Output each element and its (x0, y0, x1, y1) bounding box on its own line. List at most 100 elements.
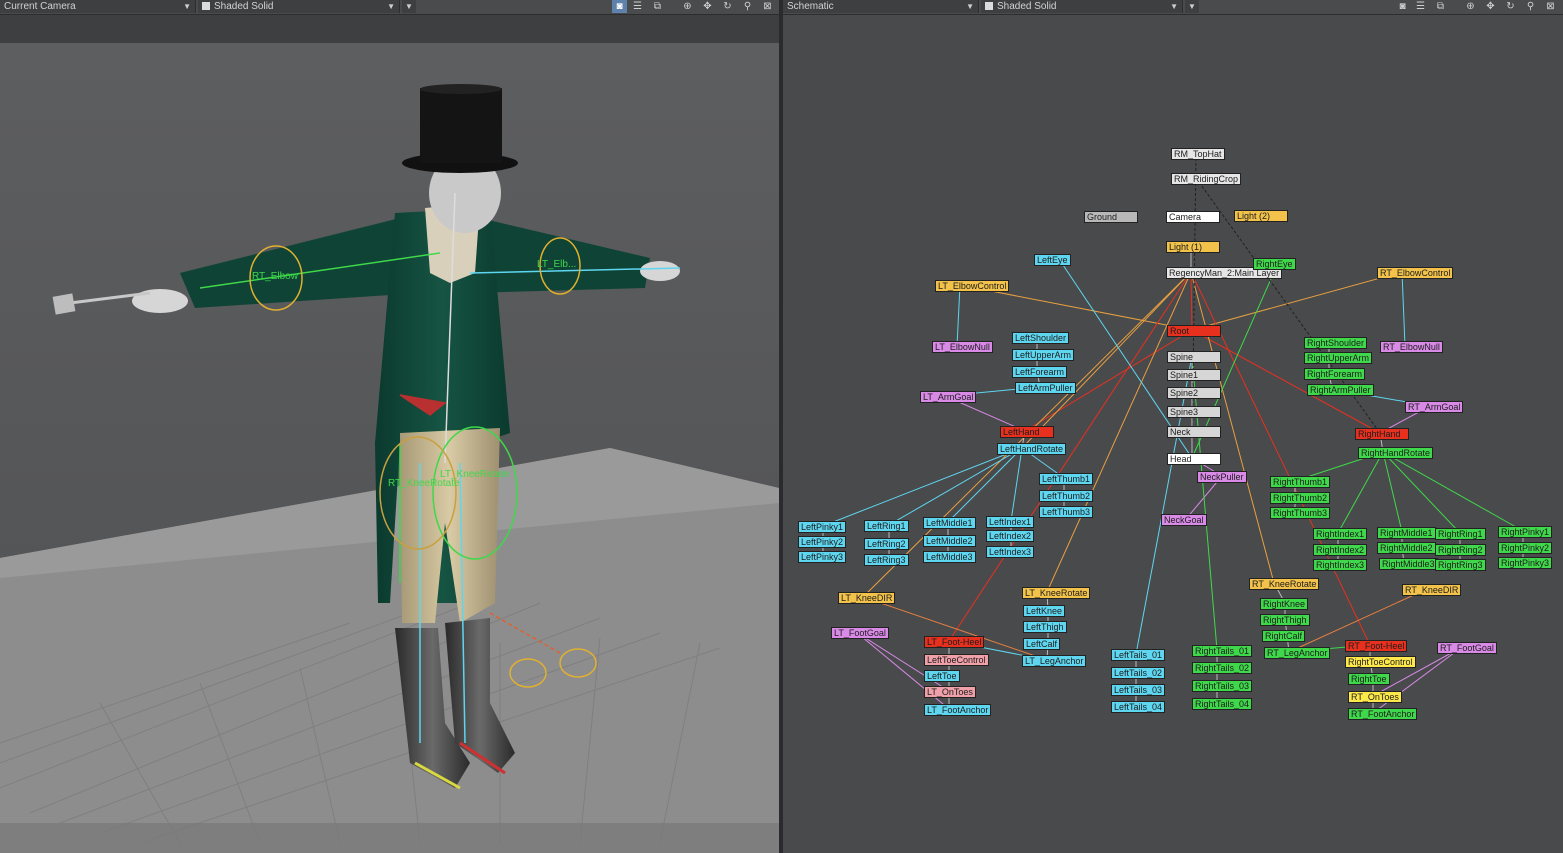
rotate-icon[interactable]: ↻ (720, 0, 735, 13)
schematic-node-rightupperarm[interactable]: RightUpperArm (1304, 352, 1373, 364)
schematic-node-rt-leganchor[interactable]: RT_LegAnchor (1264, 647, 1331, 659)
schematic-node-lt-kneerotate[interactable]: LT_KneeRotate (1022, 587, 1091, 599)
camera-dropdown[interactable]: Current Camera ▼ (0, 0, 196, 13)
schematic-node-lefthand[interactable]: LeftHand (1000, 426, 1054, 438)
schematic-node-leftpinky3[interactable]: LeftPinky3 (798, 551, 847, 563)
schematic-node-lefttoecontrol[interactable]: LeftToeControl (924, 654, 989, 666)
schematic-node-leftthumb2[interactable]: LeftThumb2 (1039, 490, 1094, 502)
schematic-viewport-pane[interactable]: Schematic ▼ Shaded Solid ▼ ▼ ◙ ☰ ⧉ ⊕ ✥ ↻… (783, 0, 1563, 853)
schematic-node-leftforearm[interactable]: LeftForearm (1012, 366, 1068, 378)
view-type-dropdown[interactable]: Schematic ▼ (783, 0, 979, 13)
schematic-node-righttails-03[interactable]: RightTails_03 (1192, 680, 1253, 692)
filter-icon[interactable]: ⧉ (1433, 0, 1448, 13)
schematic-node-lefttails-04[interactable]: LeftTails_04 (1111, 701, 1166, 713)
schematic-node-rightarmpuller[interactable]: RightArmPuller (1307, 384, 1374, 396)
schematic-node-rightindex1[interactable]: RightIndex1 (1313, 528, 1368, 540)
schematic-node-lt-leganchor[interactable]: LT_LegAnchor (1022, 655, 1087, 667)
schematic-node-rightring3[interactable]: RightRing3 (1435, 559, 1486, 571)
zoom-icon[interactable]: ⚲ (1523, 0, 1538, 13)
schematic-node-neckpuller[interactable]: NeckPuller (1197, 471, 1247, 483)
schematic-node-leftmiddle3[interactable]: LeftMiddle3 (923, 551, 976, 563)
schematic-node-leftindex3[interactable]: LeftIndex3 (986, 546, 1035, 558)
schematic-node-leftpinky1[interactable]: LeftPinky1 (798, 521, 847, 533)
center-icon[interactable]: ⊕ (680, 0, 695, 13)
schematic-node-rt-foot-heel[interactable]: RT_Foot-Heel (1345, 640, 1408, 652)
schematic-shading-dropdown[interactable]: Shaded Solid ▼ (981, 0, 1183, 13)
schematic-node-leftindex1[interactable]: LeftIndex1 (986, 516, 1035, 528)
schematic-node-rm-tophat[interactable]: RM_TopHat (1171, 148, 1225, 160)
schematic-node-rt-footanchor[interactable]: RT_FootAnchor (1348, 708, 1418, 720)
schematic-node-leftthumb3[interactable]: LeftThumb3 (1039, 506, 1094, 518)
move-icon[interactable]: ✥ (1483, 0, 1498, 13)
schematic-node-ground[interactable]: Ground (1084, 211, 1138, 223)
schematic-node-lefttails-02[interactable]: LeftTails_02 (1111, 667, 1166, 679)
schematic-node-rt-ontoes[interactable]: RT_OnToes (1348, 691, 1402, 703)
schematic-node-rightmiddle3[interactable]: RightMiddle3 (1379, 558, 1438, 570)
schematic-node-righttoecontrol[interactable]: RightToeControl (1345, 656, 1416, 668)
schematic-node-rightthigh[interactable]: RightThigh (1260, 614, 1310, 626)
zoom-icon[interactable]: ⚲ (740, 0, 755, 13)
list-icon[interactable]: ☰ (630, 0, 645, 13)
schematic-node-rightforearm[interactable]: RightForearm (1304, 368, 1366, 380)
schematic-node-righttails-01[interactable]: RightTails_01 (1192, 645, 1253, 657)
schematic-node-righttails-04[interactable]: RightTails_04 (1192, 698, 1253, 710)
schematic-node-rightring1[interactable]: RightRing1 (1435, 528, 1486, 540)
schematic-node-rt-elbownull[interactable]: RT_ElbowNull (1380, 341, 1443, 353)
schematic-node-spine[interactable]: Spine (1167, 351, 1221, 363)
schematic-node-rightshoulder[interactable]: RightShoulder (1304, 337, 1368, 349)
schematic-node-camera[interactable]: Camera (1166, 211, 1220, 223)
schematic-node-lt-armgoal[interactable]: LT_ArmGoal (920, 391, 977, 403)
schematic-node-lefttails-01[interactable]: LeftTails_01 (1111, 649, 1166, 661)
schematic-node-lefttails-03[interactable]: LeftTails_03 (1111, 684, 1166, 696)
schematic-node-leftupperarm[interactable]: LeftUpperArm (1012, 349, 1075, 361)
schematic-node-leftmiddle2[interactable]: LeftMiddle2 (923, 535, 976, 547)
schematic-node-rightmiddle2[interactable]: RightMiddle2 (1377, 542, 1436, 554)
list-icon[interactable]: ☰ (1413, 0, 1428, 13)
schematic-node-leftthigh[interactable]: LeftThigh (1023, 621, 1067, 633)
schematic-node-leftindex2[interactable]: LeftIndex2 (986, 530, 1035, 542)
maximize-icon[interactable]: ⊠ (760, 0, 775, 13)
schematic-node-lt-elbowcontrol[interactable]: LT_ElbowControl (935, 280, 1010, 292)
schematic-node-leftring2[interactable]: LeftRing2 (864, 538, 909, 550)
shading-dropdown[interactable]: Shaded Solid ▼ (198, 0, 400, 13)
schematic-node-rt-kneedir[interactable]: RT_KneeDIR (1402, 584, 1462, 596)
schematic-options-dropdown[interactable]: ▼ (1185, 0, 1199, 13)
schematic-node-lt-footgoal[interactable]: LT_FootGoal (831, 627, 889, 639)
rotate-icon[interactable]: ↻ (1503, 0, 1518, 13)
schematic-node-leftring1[interactable]: LeftRing1 (864, 520, 909, 532)
schematic-node-neckgoal[interactable]: NeckGoal (1161, 514, 1207, 526)
schematic-node-root[interactable]: Root (1167, 325, 1221, 337)
schematic-node-rt-elbowcontrol[interactable]: RT_ElbowControl (1377, 267, 1454, 279)
schematic-node-light-2[interactable]: Light (2) (1234, 210, 1288, 222)
schematic-node-rightpinky1[interactable]: RightPinky1 (1498, 526, 1553, 538)
schematic-node-lt-kneedir[interactable]: LT_KneeDIR (838, 592, 896, 604)
schematic-node-spine3[interactable]: Spine3 (1167, 406, 1221, 418)
schematic-node-rightcalf[interactable]: RightCalf (1262, 630, 1306, 642)
schematic-node-rightindex3[interactable]: RightIndex3 (1313, 559, 1368, 571)
view-options-dropdown[interactable]: ▼ (402, 0, 416, 13)
move-icon[interactable]: ✥ (700, 0, 715, 13)
schematic-node-leftcalf[interactable]: LeftCalf (1023, 638, 1061, 650)
schematic-node-spine2[interactable]: Spine2 (1167, 387, 1221, 399)
center-icon[interactable]: ⊕ (1463, 0, 1478, 13)
schematic-node-spine1[interactable]: Spine1 (1167, 369, 1221, 381)
schematic-node-righthandrotate[interactable]: RightHandRotate (1358, 447, 1434, 459)
schematic-node-lt-footanchor[interactable]: LT_FootAnchor (924, 704, 992, 716)
schematic-node-lefthandrotate[interactable]: LeftHandRotate (997, 443, 1067, 455)
schematic-node-head[interactable]: Head (1167, 453, 1221, 465)
schematic-node-lt-foot-heel[interactable]: LT_Foot-Heel (924, 636, 985, 648)
schematic-node-righthand[interactable]: RightHand (1355, 428, 1409, 440)
schematic-node-rightindex2[interactable]: RightIndex2 (1313, 544, 1368, 556)
schematic-node-rightpinky3[interactable]: RightPinky3 (1498, 557, 1553, 569)
3d-scene[interactable]: RT_Elbow LT_Elb... LT_KneeRotate RT_Knee… (0, 43, 779, 853)
schematic-node-leftknee[interactable]: LeftKnee (1023, 605, 1066, 617)
schematic-node-leftring3[interactable]: LeftRing3 (864, 554, 909, 566)
schematic-node-rightmiddle1[interactable]: RightMiddle1 (1377, 527, 1436, 539)
schematic-node-rightpinky2[interactable]: RightPinky2 (1498, 542, 1553, 554)
schematic-node-leftmiddle1[interactable]: LeftMiddle1 (923, 517, 976, 529)
filter-icon[interactable]: ⧉ (650, 0, 665, 13)
schematic-node-light-1[interactable]: Light (1) (1166, 241, 1220, 253)
schematic-node-lt-elbownull[interactable]: LT_ElbowNull (932, 341, 993, 353)
schematic-node-rt-footgoal[interactable]: RT_FootGoal (1437, 642, 1497, 654)
schematic-node-leftthumb1[interactable]: LeftThumb1 (1039, 473, 1094, 485)
